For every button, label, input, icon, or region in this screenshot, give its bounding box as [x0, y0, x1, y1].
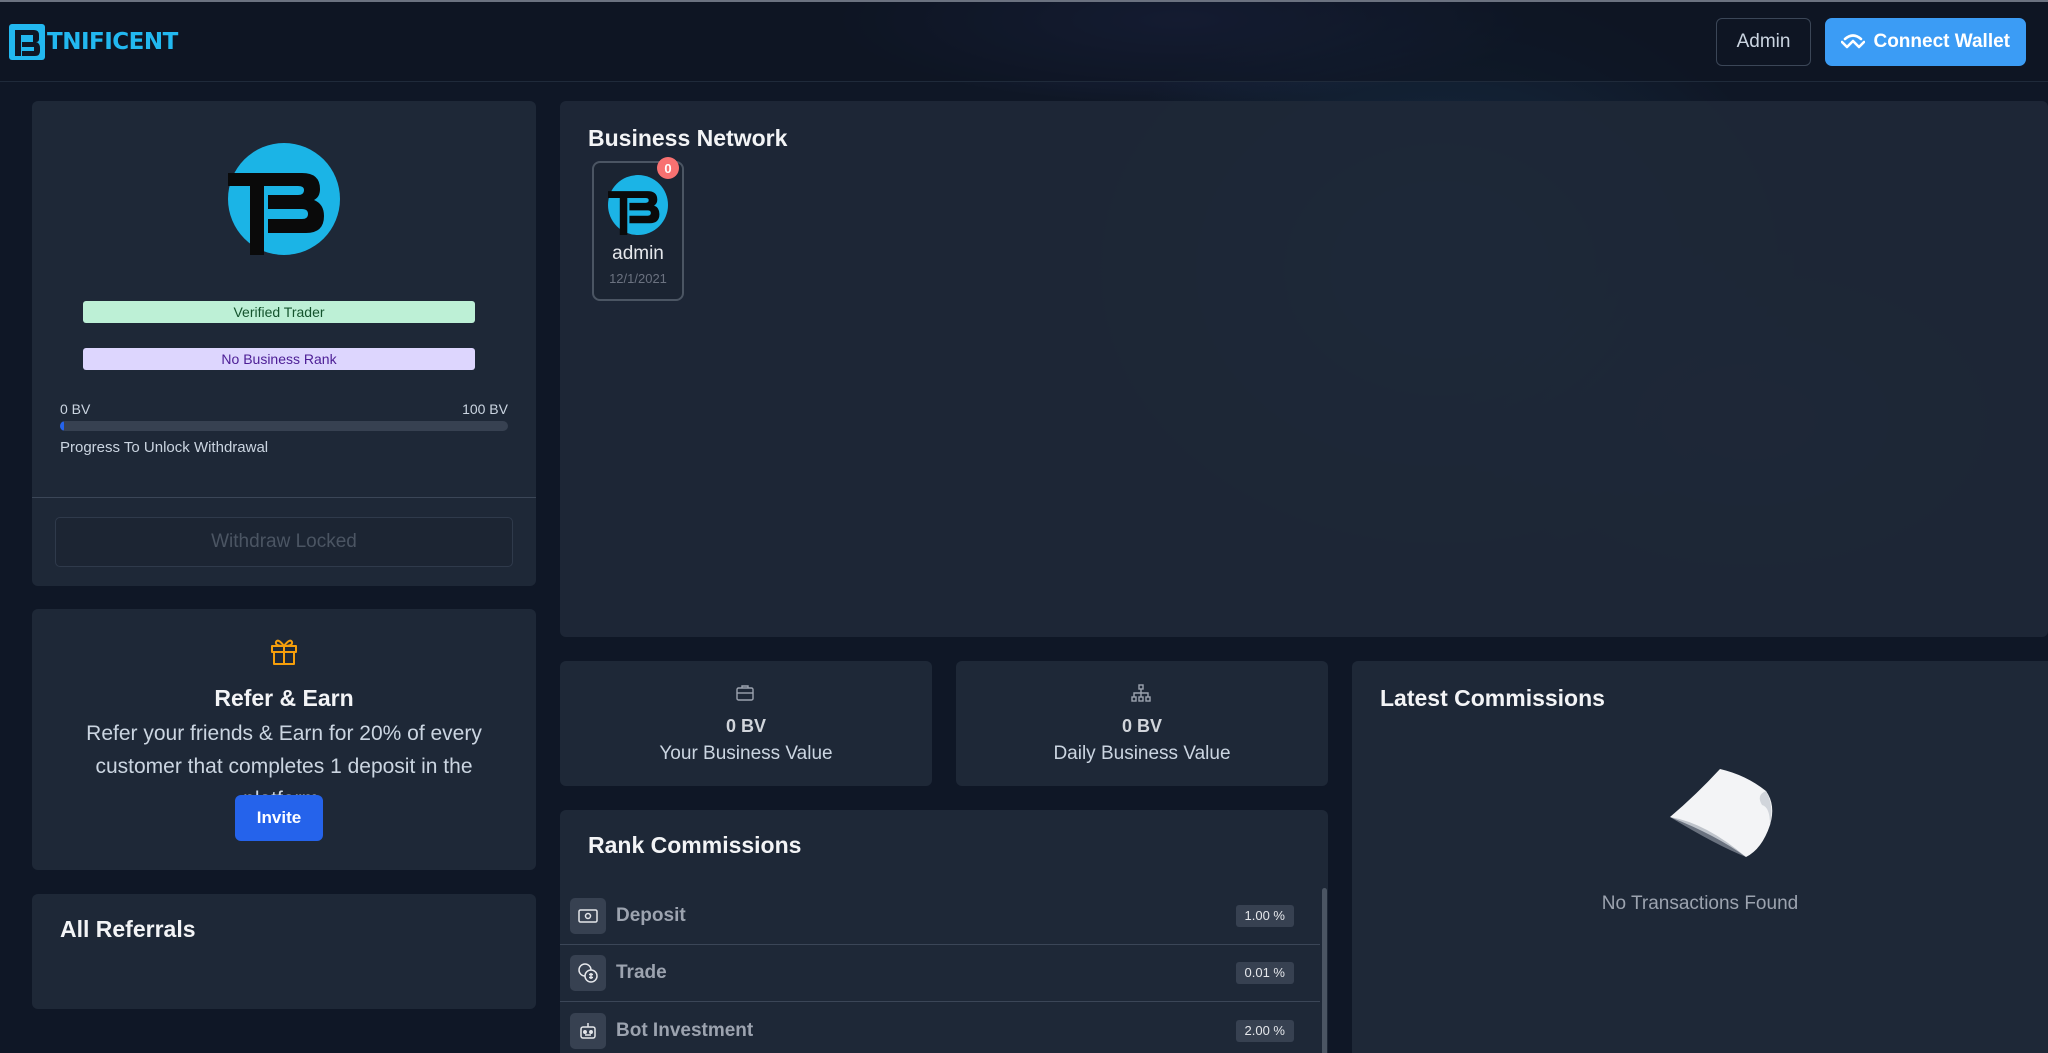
connect-wallet-button[interactable]: Connect Wallet — [1825, 17, 2026, 66]
your-bv-value: 0 BV — [725, 716, 767, 736]
verified-trader-badge: Verified Trader — [83, 301, 475, 323]
bv-max-label: 100 BV — [462, 401, 508, 417]
header-actions: Admin Connect Wallet — [1715, 17, 2026, 66]
daily-business-value-card: 0 BV Daily Business Value — [956, 661, 1328, 786]
daily-bv-value: 0 BV — [1121, 716, 1163, 736]
rank-commissions-card: Rank Commissions Deposit 1.00 % Trade 0.… — [560, 810, 1328, 1053]
empty-paper-icon — [1670, 769, 1773, 857]
connect-wallet-label: Connect Wallet — [1873, 30, 2010, 52]
rank-percent: 1.00 % — [1235, 905, 1294, 927]
withdraw-progress-bar — [60, 421, 508, 431]
rank-percent: 2.00 % — [1235, 1019, 1294, 1042]
coins-icon — [570, 955, 606, 991]
gift-icon — [271, 639, 297, 665]
your-business-value-card: 0 BV Your Business Value — [560, 661, 932, 786]
rank-label: Trade — [616, 962, 667, 983]
daily-bv-label: Daily Business Value — [1053, 743, 1231, 764]
latest-commissions-card: Latest Commissions No Transactions Found — [1352, 661, 2048, 1053]
rank-row-trade[interactable]: Trade 0.01 % — [560, 945, 1320, 1002]
withdraw-button[interactable]: Withdraw Locked — [55, 517, 513, 567]
logo-text: TNIFICENT — [47, 28, 178, 55]
divider — [32, 497, 536, 498]
network-node-admin[interactable]: 0 admin 12/1/2021 — [592, 157, 684, 301]
top-header: TNIFICENT Admin Connect Wallet — [0, 0, 2048, 82]
node-name: admin — [612, 243, 664, 264]
logo-mark-icon — [9, 23, 45, 60]
node-count-badge: 0 — [657, 157, 679, 179]
refer-earn-card: Refer & Earn Refer your friends & Earn f… — [32, 609, 536, 870]
bv-min-label: 0 BV — [60, 401, 91, 417]
network-tree-icon — [1131, 684, 1151, 702]
business-rank-badge: No Business Rank — [83, 348, 475, 370]
rank-label: Deposit — [616, 905, 686, 926]
brand-logo[interactable]: TNIFICENT — [8, 23, 178, 61]
invite-button[interactable]: Invite — [235, 795, 323, 841]
robot-icon — [570, 1012, 606, 1049]
your-bv-label: Your Business Value — [659, 743, 833, 764]
no-transactions-text: No Transactions Found — [1601, 893, 1799, 914]
briefcase-icon — [736, 685, 754, 701]
business-network-card: Business Network 0 admin 12/1/2021 — [560, 101, 2048, 637]
profile-card: Verified Trader No Business Rank 0 BV 10… — [32, 101, 536, 586]
network-title: Business Network — [588, 125, 788, 151]
rank-percent: 0.01 % — [1235, 962, 1294, 984]
walletconnect-icon — [1841, 33, 1866, 48]
referrals-title: All Referrals — [60, 916, 196, 942]
cash-icon — [570, 898, 606, 934]
rank-row-bot-investment[interactable]: Bot Investment 2.00 % — [560, 1002, 1320, 1053]
admin-button[interactable]: Admin — [1715, 17, 1812, 66]
progress-label: Progress To Unlock Withdrawal — [60, 439, 269, 456]
refer-title: Refer & Earn — [214, 685, 354, 711]
rank-label: Bot Investment — [616, 1019, 754, 1041]
all-referrals-card: All Referrals — [32, 894, 536, 1009]
rank-commissions-title: Rank Commissions — [588, 832, 802, 858]
withdraw-progress-fill — [60, 421, 65, 431]
avatar — [228, 143, 340, 255]
rank-row-deposit[interactable]: Deposit 1.00 % — [560, 888, 1320, 945]
node-avatar — [608, 175, 668, 235]
node-date: 12/1/2021 — [609, 271, 667, 286]
latest-commissions-title: Latest Commissions — [1380, 685, 1605, 711]
